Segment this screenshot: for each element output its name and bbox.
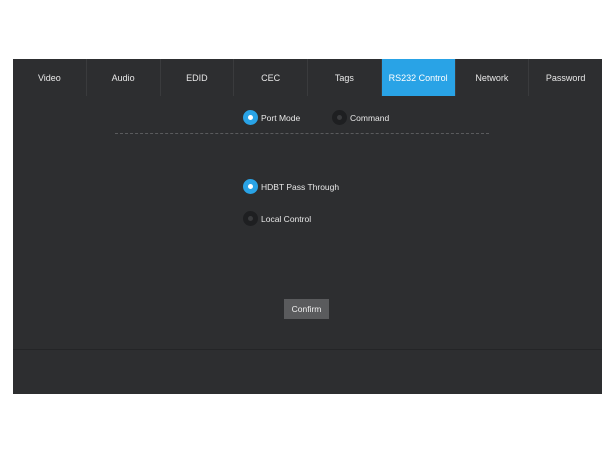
tab-rs232-control[interactable]: RS232 Control xyxy=(381,59,456,96)
command-label: Command xyxy=(350,112,390,123)
command-option[interactable]: Command xyxy=(332,110,389,125)
tab-bar: Video Audio EDID CEC Tags RS232 Control … xyxy=(13,59,602,96)
tab-tags[interactable]: Tags xyxy=(308,59,382,96)
tab-edid[interactable]: EDID xyxy=(161,59,235,96)
local-control-option[interactable]: Local Control xyxy=(243,211,311,226)
settings-panel: Video Audio EDID CEC Tags RS232 Control … xyxy=(13,59,602,394)
footer-divider xyxy=(13,349,602,350)
section-divider xyxy=(115,133,489,134)
port-mode-option[interactable]: Port Mode xyxy=(243,110,300,125)
tab-video[interactable]: Video xyxy=(13,59,87,96)
tab-audio[interactable]: Audio xyxy=(87,59,161,96)
hdbt-pass-through-option[interactable]: HDBT Pass Through xyxy=(243,179,339,194)
tab-password[interactable]: Password xyxy=(529,59,602,96)
tab-cec[interactable]: CEC xyxy=(234,59,308,96)
command-radio[interactable] xyxy=(332,110,347,125)
port-mode-label: Port Mode xyxy=(261,112,301,123)
tab-network[interactable]: Network xyxy=(456,59,530,96)
port-mode-radio[interactable] xyxy=(243,110,258,125)
local-control-radio[interactable] xyxy=(243,211,258,226)
hdbt-pass-through-radio[interactable] xyxy=(243,179,258,194)
local-control-label: Local Control xyxy=(261,213,312,224)
confirm-button[interactable]: Confirm xyxy=(284,299,329,319)
hdbt-pass-through-label: HDBT Pass Through xyxy=(261,181,340,192)
